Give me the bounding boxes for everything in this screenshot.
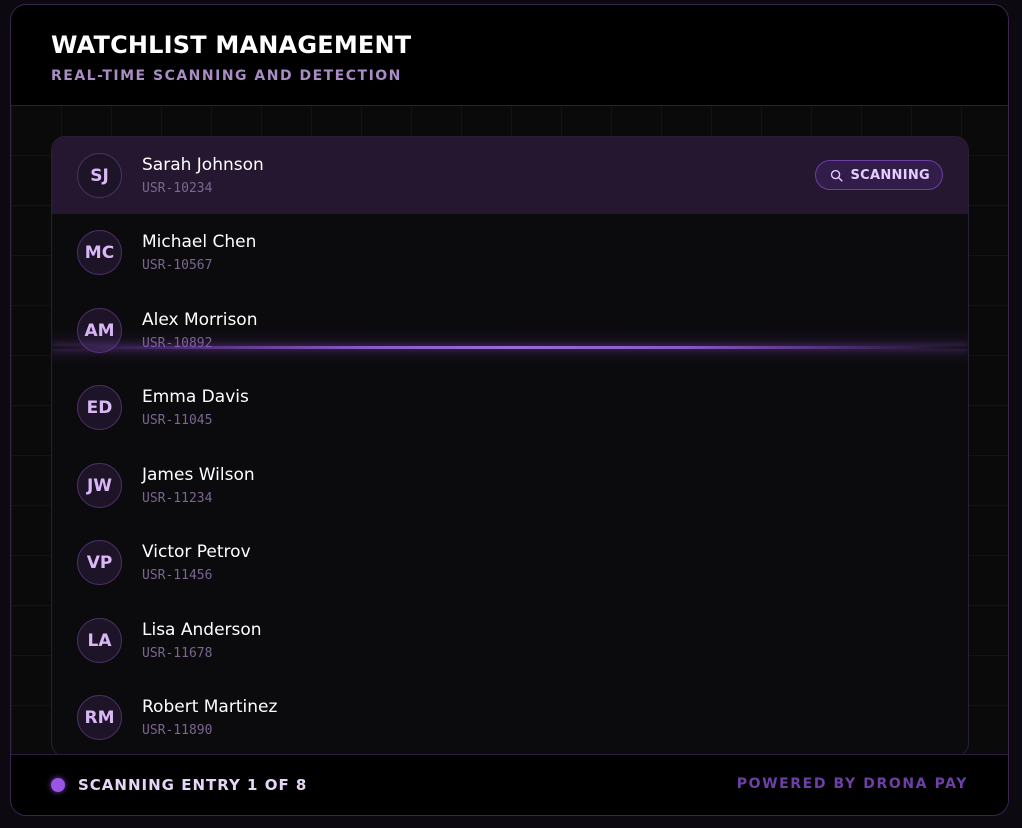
entry-id: USR-11678 bbox=[142, 646, 213, 661]
avatar: LA bbox=[77, 618, 122, 663]
avatar: MC bbox=[77, 230, 122, 275]
entry-name: Robert Martinez bbox=[142, 697, 278, 717]
list-item[interactable]: MC Michael Chen USR-10567 bbox=[52, 214, 968, 291]
avatar: SJ bbox=[77, 153, 122, 198]
list-item[interactable]: LA Lisa Anderson USR-11678 bbox=[52, 602, 968, 679]
avatar: JW bbox=[77, 463, 122, 508]
entry-id: USR-11234 bbox=[142, 491, 213, 506]
entry-name: Victor Petrov bbox=[142, 542, 251, 562]
powered-by: POWERED BY DRONA PAY bbox=[736, 776, 968, 792]
entry-id: USR-10234 bbox=[142, 181, 213, 196]
list-item[interactable]: RM Robert Martinez USR-11890 bbox=[52, 679, 968, 756]
entry-name: Alex Morrison bbox=[142, 310, 258, 330]
entry-name: Michael Chen bbox=[142, 232, 257, 252]
entry-id: USR-11890 bbox=[142, 723, 213, 738]
avatar: ED bbox=[77, 385, 122, 430]
avatar: VP bbox=[77, 540, 122, 585]
search-icon bbox=[831, 169, 844, 182]
watchlist-list: SJ Sarah Johnson USR-10234 SCANNING MC M… bbox=[51, 136, 969, 757]
status-badge: SCANNING bbox=[815, 160, 943, 190]
entry-id: USR-11456 bbox=[142, 568, 213, 583]
avatar: RM bbox=[77, 695, 122, 740]
entry-name: Emma Davis bbox=[142, 387, 249, 407]
list-item[interactable]: ED Emma Davis USR-11045 bbox=[52, 369, 968, 446]
header: WATCHLIST MANAGEMENT REAL-TIME SCANNING … bbox=[11, 5, 1008, 106]
status-dot-icon bbox=[51, 778, 65, 792]
watchlist-panel: WATCHLIST MANAGEMENT REAL-TIME SCANNING … bbox=[10, 4, 1009, 816]
entry-name: Lisa Anderson bbox=[142, 620, 262, 640]
scan-status: SCANNING ENTRY 1 OF 8 bbox=[78, 776, 308, 794]
entry-id: USR-10567 bbox=[142, 258, 213, 273]
list-item[interactable]: SJ Sarah Johnson USR-10234 SCANNING bbox=[52, 137, 968, 214]
scan-line bbox=[52, 346, 968, 349]
entry-id: USR-11045 bbox=[142, 413, 213, 428]
list-item[interactable]: JW James Wilson USR-11234 bbox=[52, 447, 968, 524]
status-badge-label: SCANNING bbox=[850, 167, 930, 183]
list-item[interactable]: AM Alex Morrison USR-10892 bbox=[52, 292, 968, 369]
entry-name: James Wilson bbox=[142, 465, 255, 485]
page-subtitle: REAL-TIME SCANNING AND DETECTION bbox=[51, 68, 402, 84]
entry-name: Sarah Johnson bbox=[142, 155, 264, 175]
list-item[interactable]: VP Victor Petrov USR-11456 bbox=[52, 524, 968, 601]
footer: SCANNING ENTRY 1 OF 8 POWERED BY DRONA P… bbox=[11, 754, 1008, 815]
page-title: WATCHLIST MANAGEMENT bbox=[51, 31, 412, 59]
